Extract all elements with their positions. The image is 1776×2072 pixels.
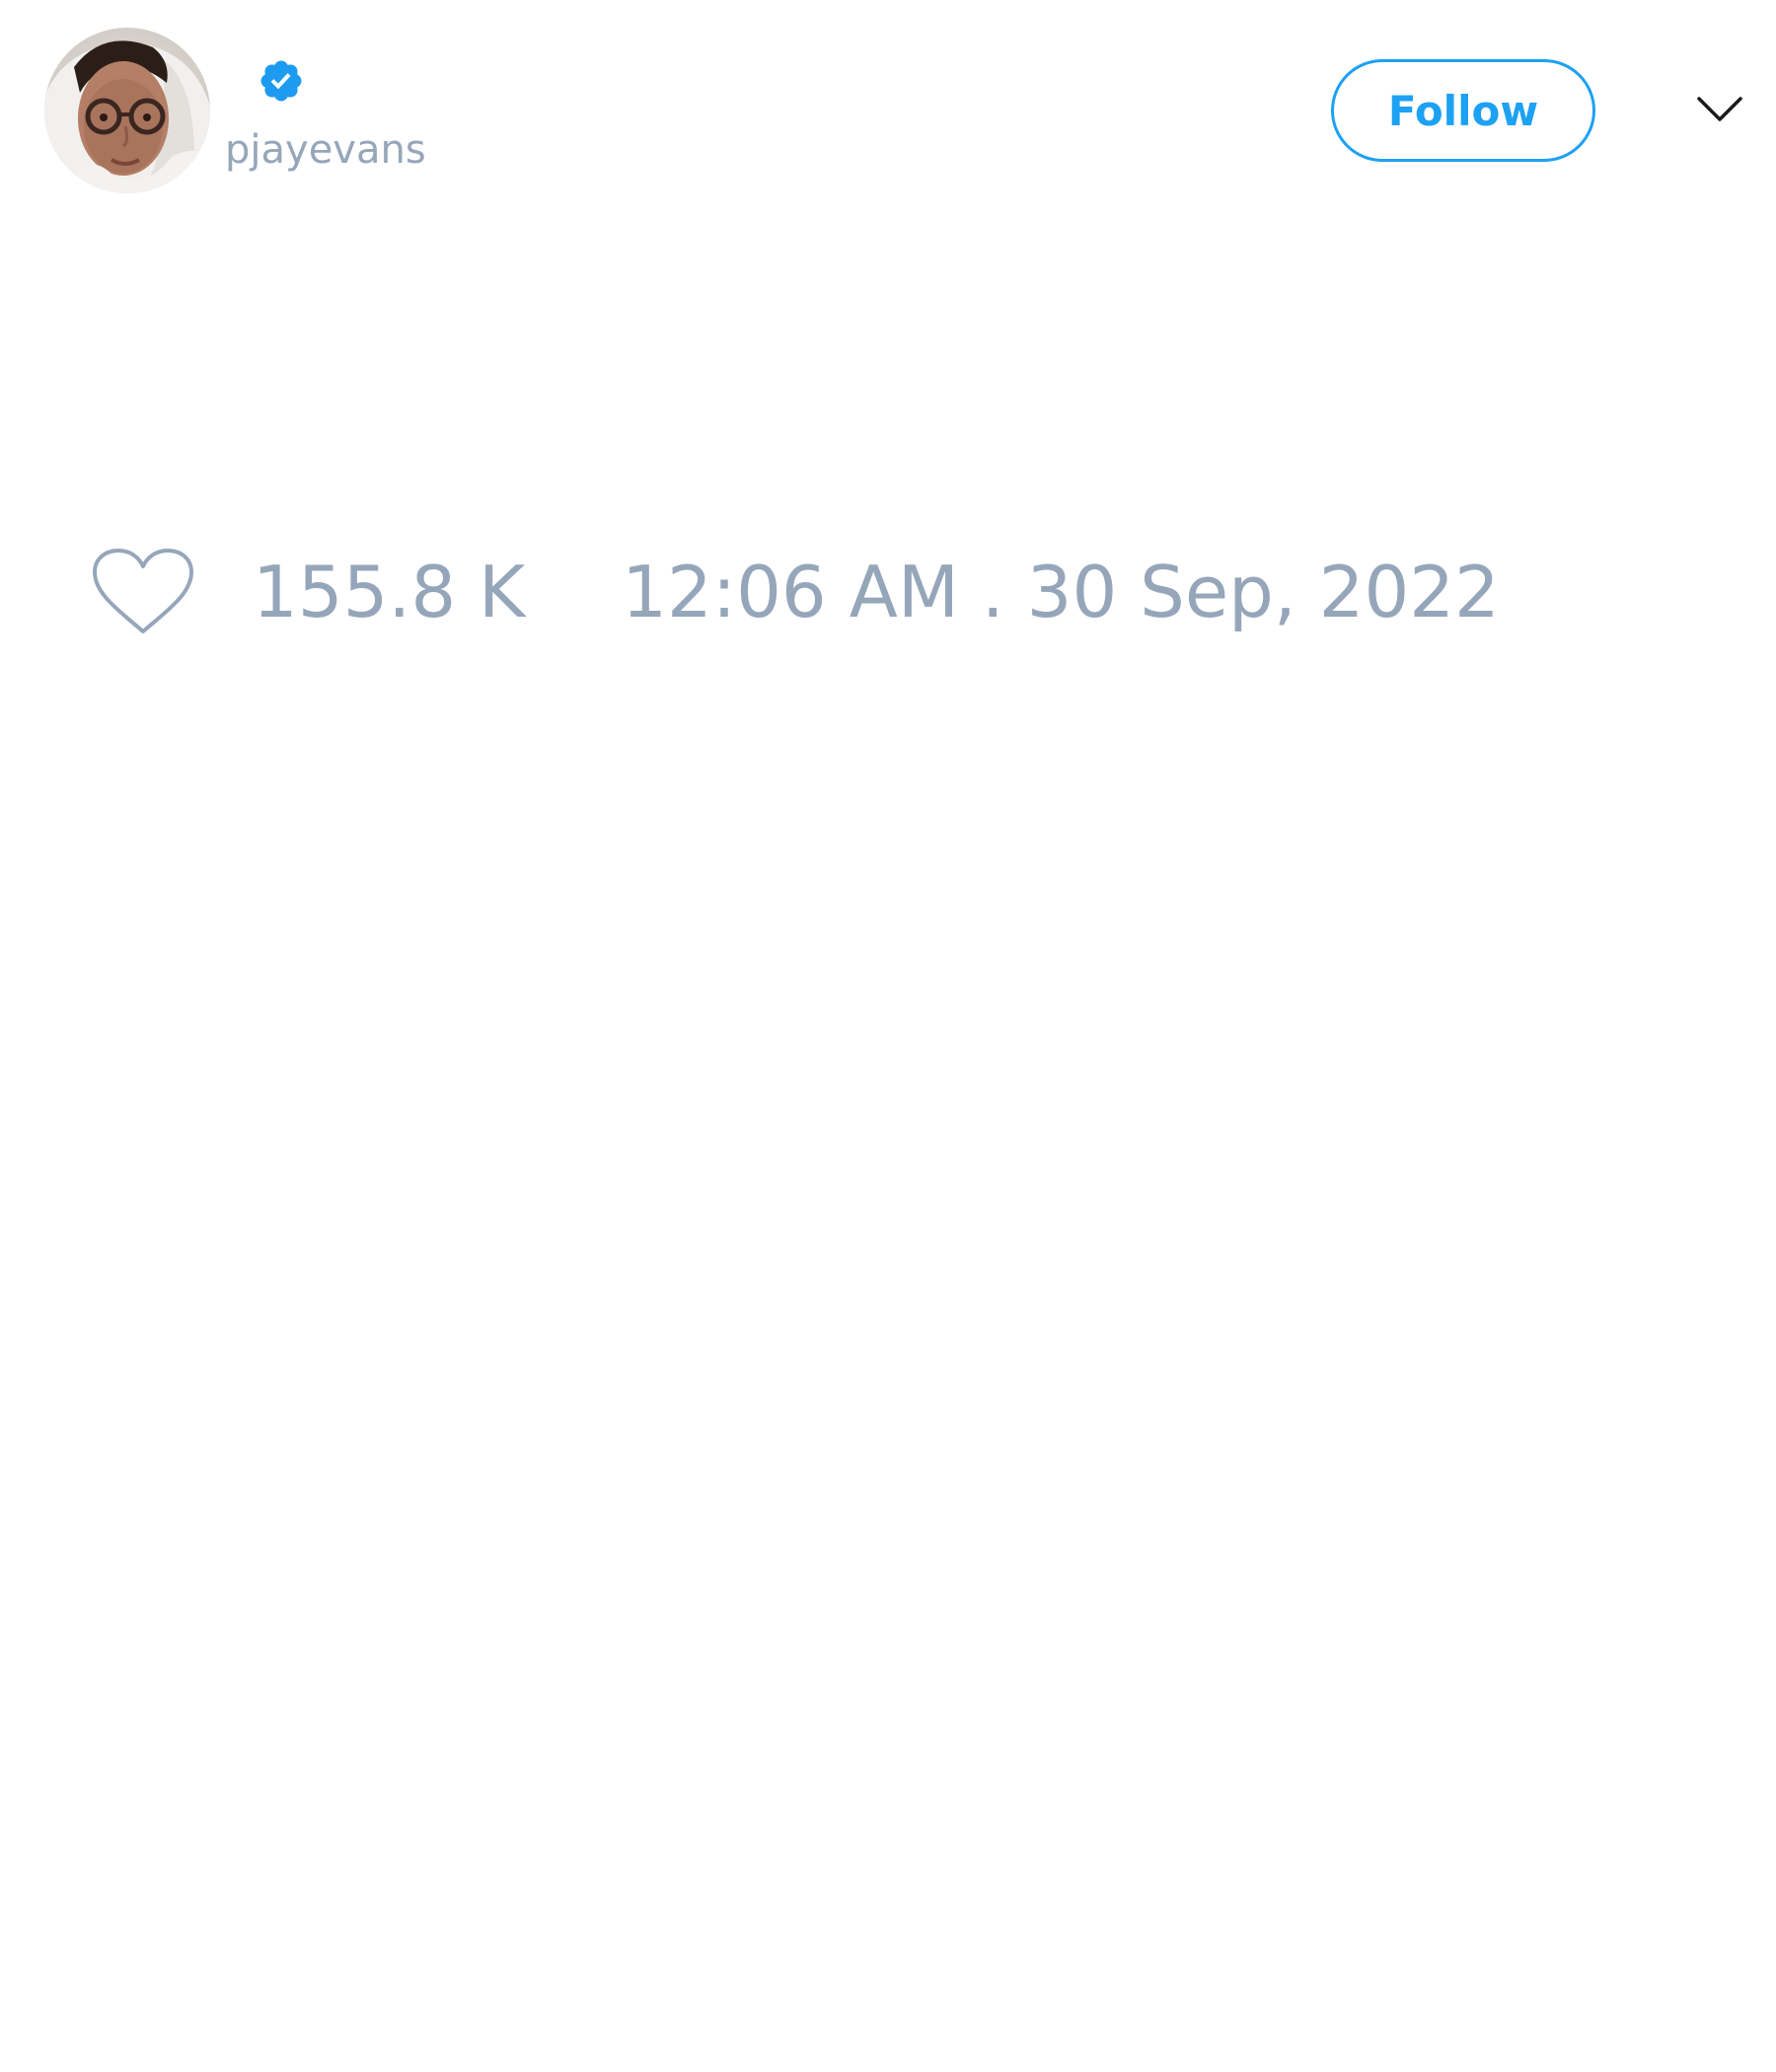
avatar-photo [44, 28, 210, 193]
chevron-down-icon[interactable] [1695, 91, 1744, 130]
avatar[interactable] [44, 28, 210, 193]
heart-outline-icon[interactable] [91, 547, 195, 637]
user-handle[interactable]: pjayevans [225, 126, 426, 174]
tweet-timestamp[interactable]: 12:06 AM . 30 Sep, 2022 [622, 543, 1500, 641]
follow-button[interactable]: Follow [1331, 59, 1595, 162]
verified-badge-icon [258, 57, 305, 105]
like-count: 155.8 K [253, 551, 526, 633]
tweet-card: pjayevans Follow 155.8 K 12:06 AM . 30 S… [0, 0, 1776, 2072]
tweet-stats: 155.8 K 12:06 AM . 30 Sep, 2022 [91, 543, 1500, 641]
